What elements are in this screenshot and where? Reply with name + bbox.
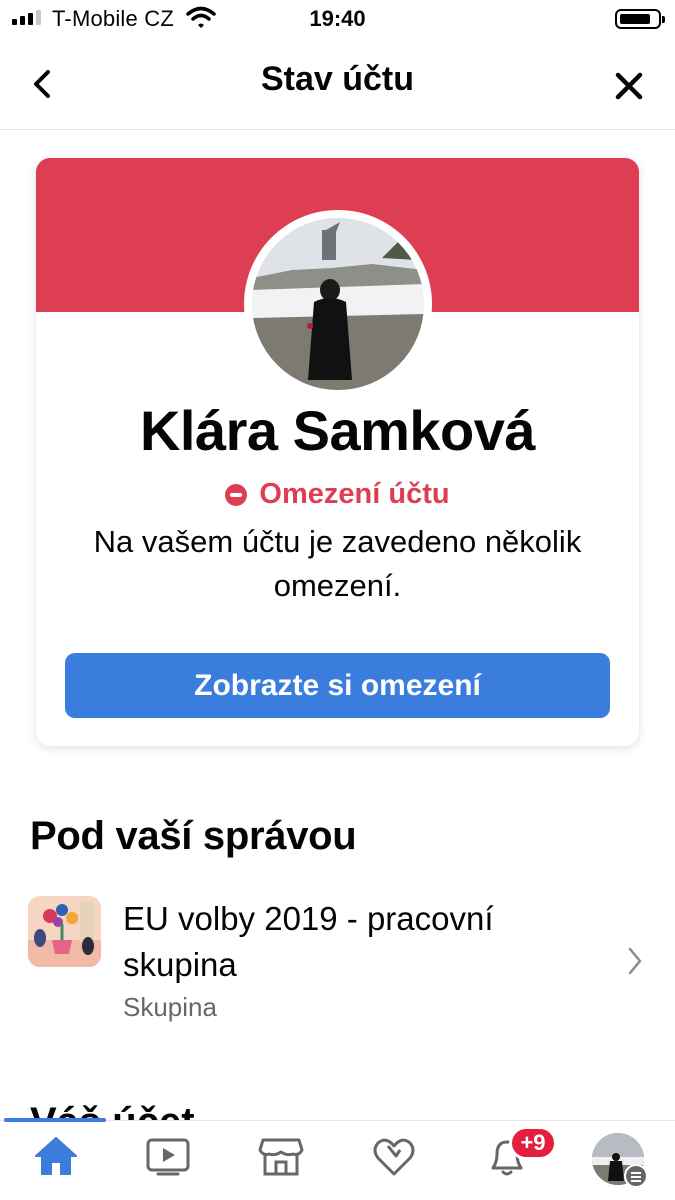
restriction-status: Omezení účtu xyxy=(36,478,639,511)
marketplace-icon xyxy=(258,1138,304,1176)
tab-dating[interactable] xyxy=(366,1128,422,1184)
heart-icon xyxy=(373,1138,415,1176)
nav-header: Stav účtu xyxy=(0,44,675,130)
list-item[interactable]: EU volby 2019 - pracovní skupina Skupina xyxy=(0,880,675,1040)
bottom-tab-bar xyxy=(0,1120,675,1200)
home-icon xyxy=(35,1137,77,1175)
managed-section-title: Pod vaší správou xyxy=(30,814,357,858)
restriction-label: Omezení účtu xyxy=(259,478,450,510)
notification-badge: +9 xyxy=(509,1126,557,1160)
account-section-title: Váš účet xyxy=(30,1100,195,1120)
account-status-card: Klára Samková Omezení účtu Na vašem účtu… xyxy=(36,158,639,746)
group-name: EU volby 2019 - pracovní skupina xyxy=(123,900,494,983)
status-bar: T-Mobile CZ 19:40 xyxy=(0,0,675,40)
profile-photo xyxy=(252,218,424,390)
chevron-right-icon xyxy=(628,947,642,975)
group-thumbnail xyxy=(28,896,101,967)
tab-home[interactable] xyxy=(28,1128,84,1184)
restriction-description: Na vašem účtu je zavedeno několik omezen… xyxy=(93,524,582,603)
group-type: Skupina xyxy=(123,992,217,1022)
clock: 19:40 xyxy=(309,6,366,31)
page-title: Stav účtu xyxy=(260,60,415,98)
tab-marketplace[interactable] xyxy=(253,1128,309,1184)
profile-name: Klára Samková xyxy=(139,399,536,462)
video-icon xyxy=(146,1138,190,1176)
profile-avatar[interactable] xyxy=(244,210,432,398)
restricted-icon xyxy=(225,483,248,506)
active-tab-indicator xyxy=(4,1118,106,1122)
view-restrictions-button[interactable]: Zobrazte si omezení xyxy=(65,653,610,718)
close-button[interactable] xyxy=(609,66,649,106)
menu-icon xyxy=(624,1164,648,1188)
tab-video[interactable] xyxy=(140,1128,196,1184)
battery-icon xyxy=(615,9,665,29)
